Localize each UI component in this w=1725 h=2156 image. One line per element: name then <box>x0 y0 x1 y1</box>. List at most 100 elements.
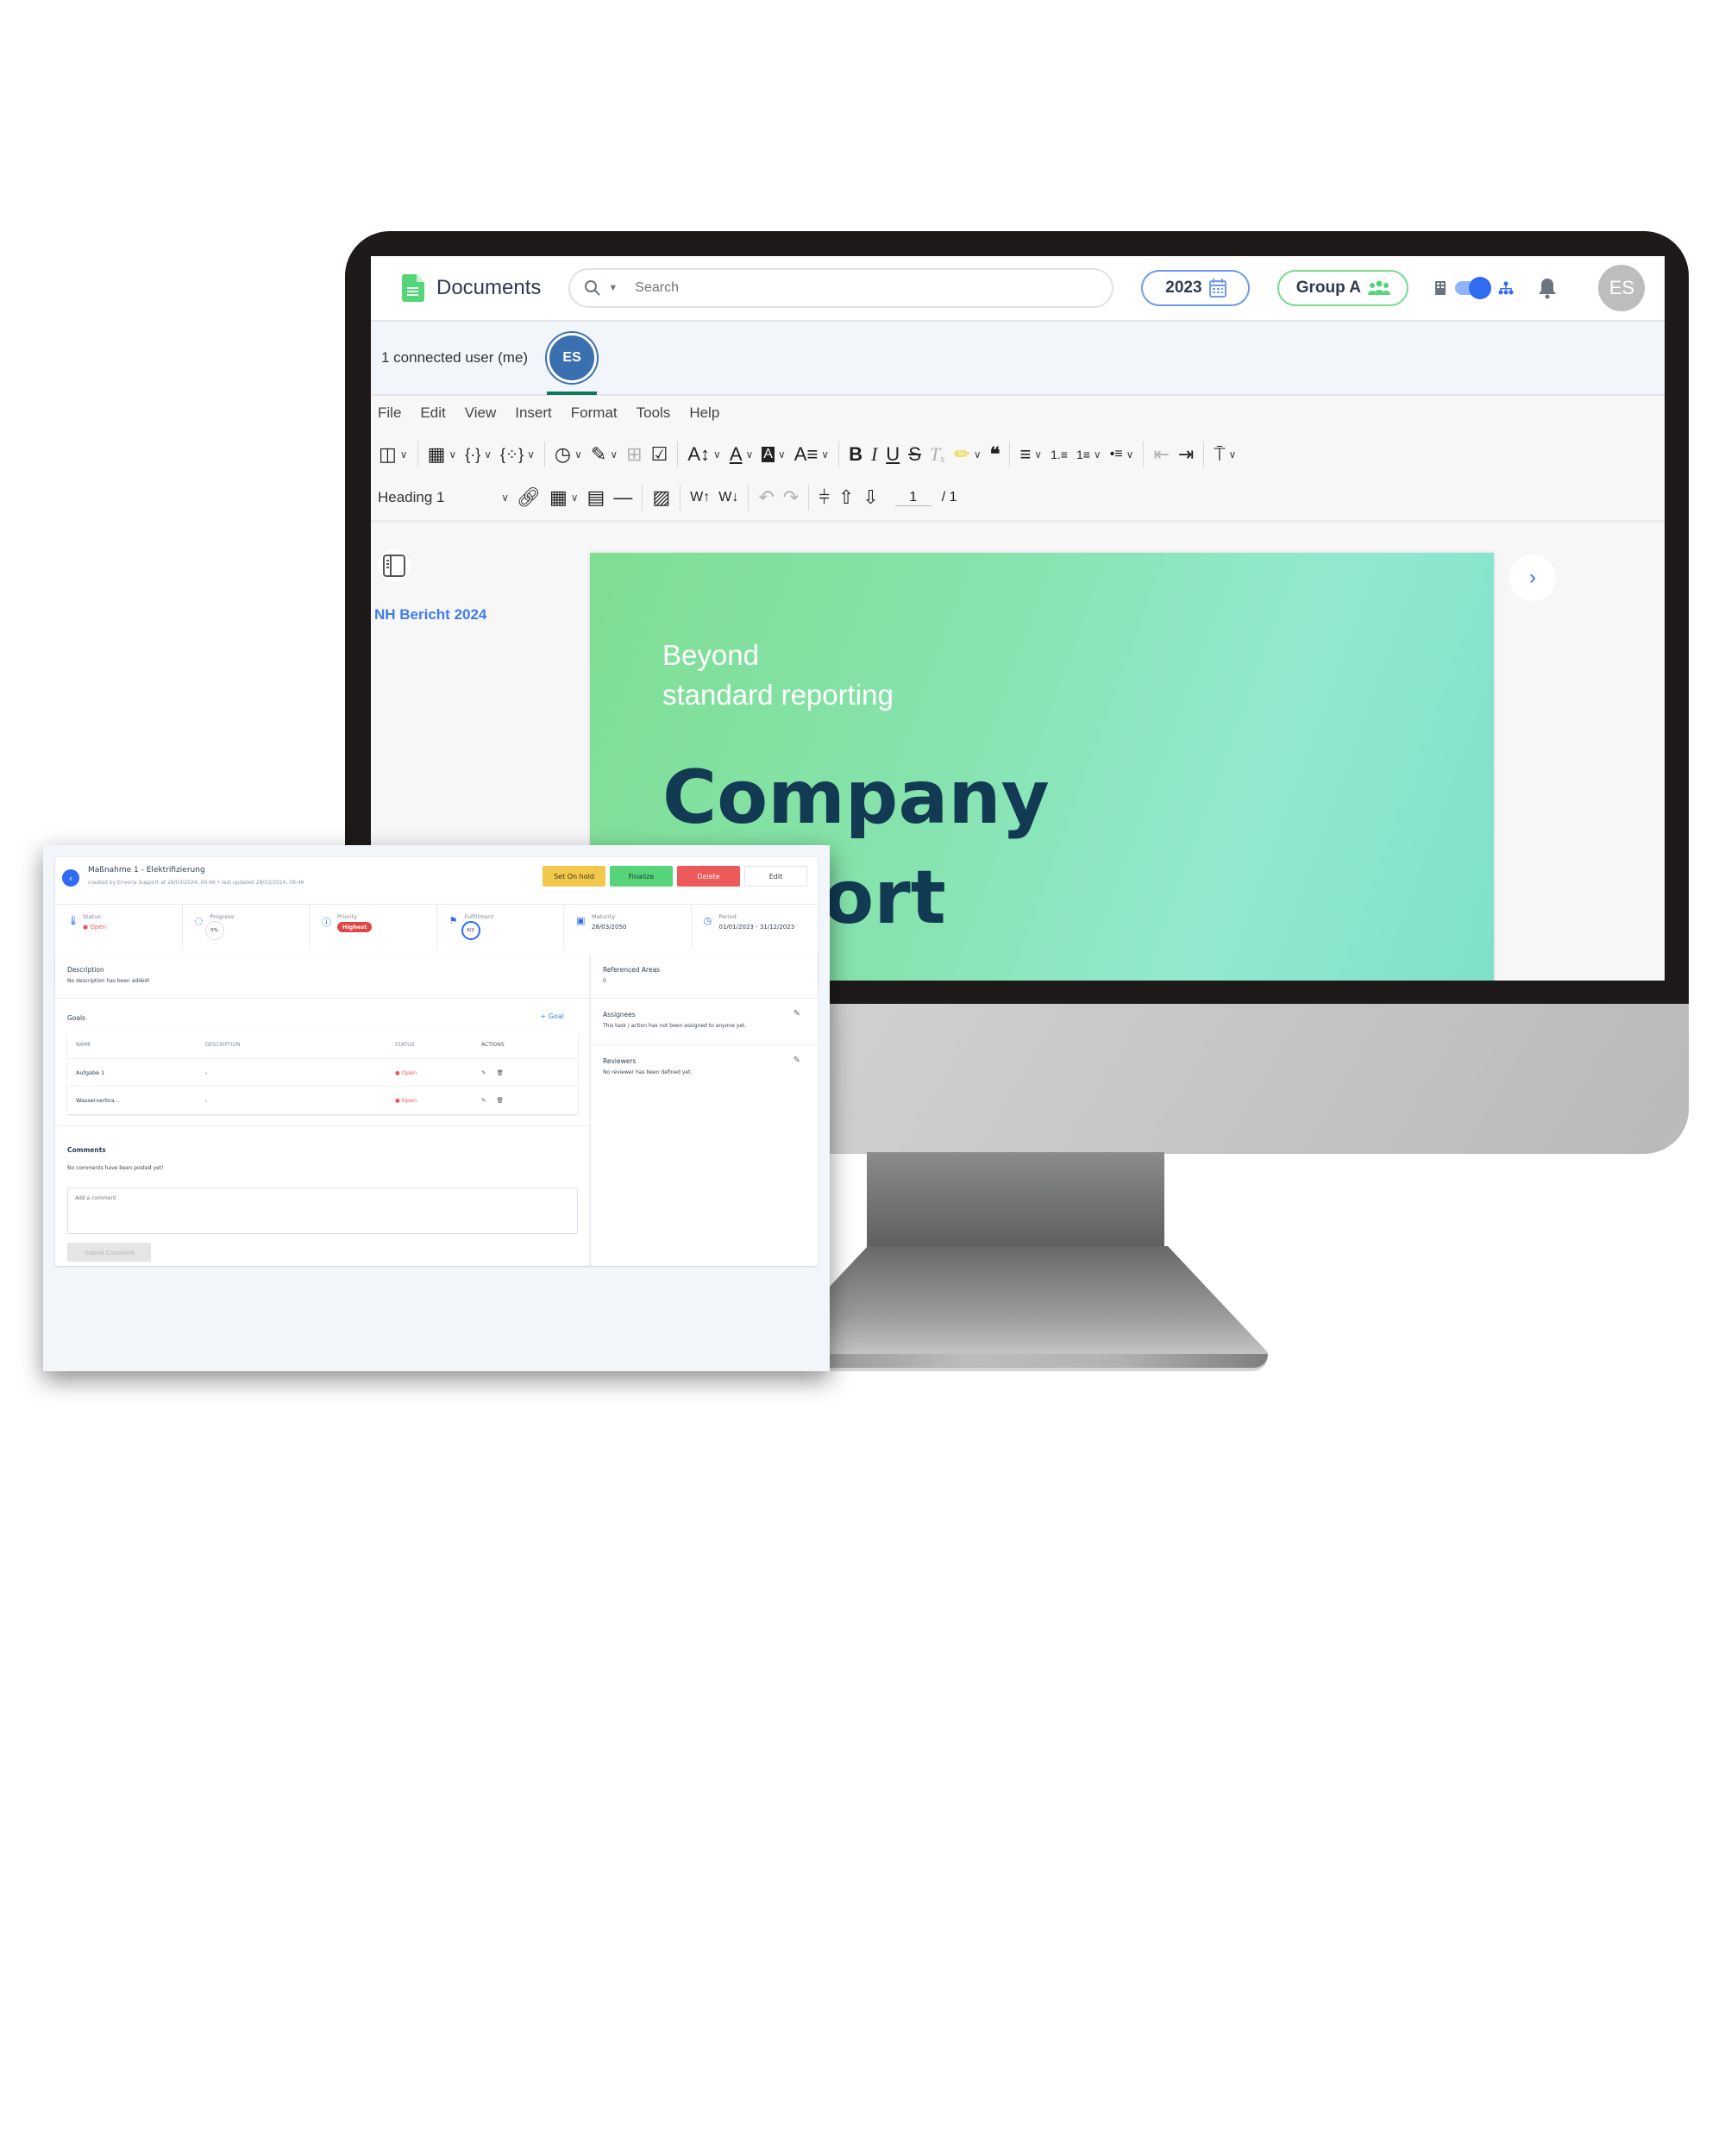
menu-view[interactable]: View <box>465 404 497 422</box>
search-input[interactable] <box>635 280 1067 296</box>
export-word-button[interactable]: W↓ <box>714 482 743 513</box>
goal-description: - <box>205 1069 208 1076</box>
trash-icon[interactable]: 🗑︎ <box>496 1097 503 1104</box>
paragraph-style-select[interactable]: Heading 1 ∨ <box>374 489 512 506</box>
reviewers-title: Reviewers <box>603 1057 637 1065</box>
font-size-button[interactable]: A↕ ∨ <box>683 439 724 470</box>
numbered-list-icon: 1≡ <box>1076 448 1090 461</box>
edit-pencil-icon[interactable]: ✎ <box>481 1097 486 1104</box>
variables-button[interactable]: {·} ∨ <box>461 439 496 470</box>
insert-document-button[interactable]: ▤ <box>583 482 610 513</box>
brand[interactable]: Documents <box>402 274 541 302</box>
year-selector[interactable]: 2023 <box>1141 270 1251 306</box>
submit-comment-button[interactable]: Submit Comment <box>67 1243 151 1262</box>
comments-button[interactable]: ☑ <box>647 439 673 470</box>
menu-help[interactable]: Help <box>689 404 719 422</box>
insert-table-button[interactable]: ▦ ∨ <box>423 439 461 470</box>
import-word-button[interactable]: W↑ <box>686 482 714 513</box>
building-icon[interactable] <box>1434 280 1446 296</box>
page-break-button[interactable]: ⫩ <box>814 482 834 513</box>
previous-page-button[interactable]: ⇧ <box>834 482 858 513</box>
chevron-down-icon: ∨ <box>484 448 492 461</box>
redo-button[interactable]: ↷ <box>779 482 803 513</box>
upload-image-button[interactable]: ▨ <box>648 482 674 513</box>
table-icon: ▦ <box>549 486 568 508</box>
thermometer-icon: 🌡︎ <box>67 915 79 926</box>
expand-right-panel-button[interactable]: › <box>1509 555 1556 601</box>
menu-insert[interactable]: Insert <box>515 404 552 422</box>
bullet-list-button[interactable]: •≡ ∨ <box>1106 439 1138 470</box>
delete-button[interactable]: Delete <box>677 866 740 887</box>
document-outline-title[interactable]: NH Bericht 2024 <box>374 606 486 624</box>
track-changes-button[interactable]: ✎ ∨ <box>586 439 622 470</box>
strikethrough-button[interactable]: S <box>904 439 925 470</box>
font-family-icon: A≡ <box>794 443 819 465</box>
finalize-button[interactable]: Finalize <box>610 866 673 887</box>
view-toggle[interactable] <box>1455 277 1492 299</box>
trash-icon[interactable]: 🗑︎ <box>496 1069 503 1076</box>
align-button[interactable]: ≡ ∨ <box>1015 439 1046 470</box>
chevron-down-icon: ∨ <box>1126 448 1134 461</box>
menu-edit[interactable]: Edit <box>420 404 445 422</box>
connected-user[interactable]: ES <box>547 333 598 395</box>
search-scope-dropdown-icon[interactable]: ▼ <box>608 283 618 293</box>
back-button[interactable]: ‹ <box>62 869 79 887</box>
page-number-input[interactable]: 1 <box>894 490 932 506</box>
numbered-list-button[interactable]: 1≡ ∨ <box>1072 439 1106 470</box>
progress-value: 0% <box>204 921 224 940</box>
app-name: Documents <box>436 276 542 299</box>
add-goal-button[interactable]: + Goal <box>541 1012 564 1020</box>
menu-tools[interactable]: Tools <box>637 404 671 422</box>
next-page-button[interactable]: ⇩ <box>858 482 882 513</box>
org-hierarchy-icon[interactable] <box>1498 281 1514 295</box>
horizontal-line-button[interactable]: — <box>609 482 637 513</box>
undo-button[interactable]: ↶ <box>754 482 778 513</box>
font-color-button[interactable]: A ∨ <box>725 439 757 470</box>
goal-row[interactable]: Aufgabe 1 - ● Open ✎ 🗑︎ <box>67 1059 578 1087</box>
multilevel-list-button[interactable]: 1.≡ <box>1046 439 1072 470</box>
history-button[interactable]: ◷ ∨ <box>550 439 586 470</box>
user-avatar[interactable]: ES <box>1598 265 1646 311</box>
goal-row[interactable]: Wasserverbra... - ● Open ✎ 🗑︎ <box>67 1087 578 1114</box>
undo-icon: ↶ <box>758 486 775 508</box>
alert-circle-icon: ⓘ <box>322 917 331 928</box>
underline-button[interactable]: U <box>881 439 904 470</box>
connected-users-bar: 1 connected user (me) ES <box>371 322 1665 396</box>
edit-assignees-icon[interactable]: ✎ <box>794 1009 800 1018</box>
variable-preview-button[interactable]: {⁘} ∨ <box>496 439 539 470</box>
font-family-button[interactable]: A≡ ∨ <box>790 439 833 470</box>
sidebar-toggle-button[interactable] <box>378 549 411 582</box>
bold-button[interactable]: B <box>844 439 867 470</box>
outdent-button[interactable]: ⇤ <box>1149 439 1173 470</box>
blockquote-button[interactable]: ❝ <box>986 439 1005 470</box>
set-on-hold-button[interactable]: Set On hold <box>543 866 605 887</box>
bell-icon[interactable] <box>1538 277 1557 299</box>
highlight-button[interactable]: ✏ ∨ <box>950 439 985 470</box>
header-icons <box>1434 277 1557 299</box>
clock-icon: ◷ <box>703 915 712 926</box>
indent-button[interactable]: ⇥ <box>1174 439 1198 470</box>
comment-input[interactable] <box>67 1188 578 1234</box>
menu-format[interactable]: Format <box>571 404 618 422</box>
chevron-down-icon: ∨ <box>501 492 509 504</box>
add-comment-button[interactable]: ⊞ <box>622 439 646 470</box>
edit-pencil-icon[interactable]: ✎ <box>481 1069 486 1076</box>
search-bar[interactable]: ▼ <box>568 268 1114 308</box>
task-detail-panel: ‹ Maßnahme 1 - Elektrifizierung created … <box>43 845 830 1371</box>
menu-file[interactable]: File <box>378 404 401 422</box>
description-title: Description <box>67 966 104 974</box>
word-import-icon: W↑ <box>690 490 711 505</box>
users-group-icon <box>1368 280 1391 295</box>
italic-button[interactable]: I <box>867 439 881 470</box>
tagline-line-1: Beyond <box>662 639 759 671</box>
insert-link-button[interactable]: 🔗︎ <box>512 482 545 513</box>
background-color-button[interactable]: A ∨ <box>757 439 789 470</box>
layout-button[interactable]: ◫ ∨ <box>374 439 412 470</box>
edit-button[interactable]: Edit <box>744 866 807 887</box>
format-painter-button[interactable]: ⍑ ∨ <box>1209 439 1240 470</box>
edit-reviewers-icon[interactable]: ✎ <box>794 1056 800 1065</box>
highlighter-icon: ✏ <box>954 443 970 465</box>
insert-table-button-2[interactable]: ▦ ∨ <box>545 482 583 513</box>
clear-formatting-button[interactable]: Tₓ <box>925 439 950 470</box>
group-selector[interactable]: Group A <box>1277 270 1409 306</box>
